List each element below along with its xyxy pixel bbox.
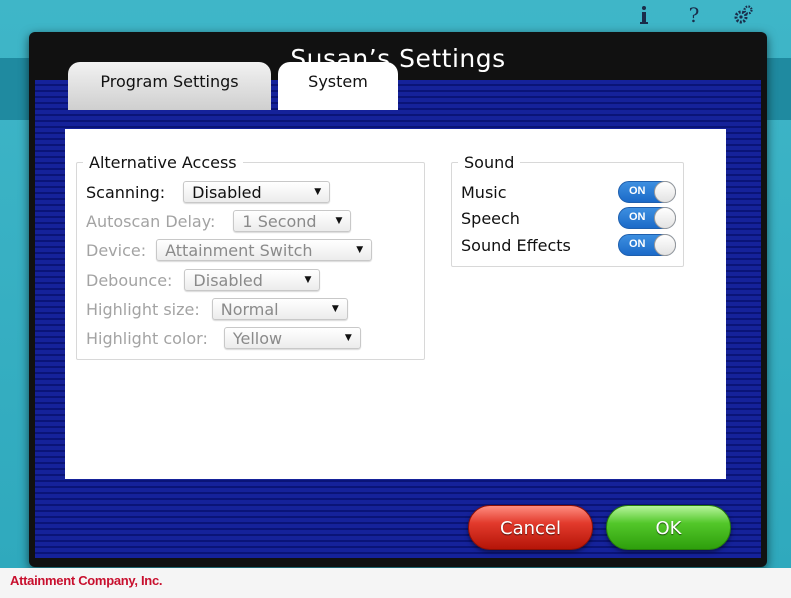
settings-gears-icon[interactable] xyxy=(732,4,754,26)
chevron-down-icon: ▼ xyxy=(304,275,312,285)
scanning-value: Disabled xyxy=(192,182,262,202)
scanning-row: Scanning: Disabled ▼ xyxy=(86,180,331,204)
chevron-down-icon: ▼ xyxy=(331,304,339,314)
highlight-color-row: Highlight color: Yellow ▼ xyxy=(86,326,361,350)
sound-title: Sound xyxy=(458,153,521,172)
debounce-select[interactable]: Disabled ▼ xyxy=(184,269,321,291)
speech-toggle-state: ON xyxy=(629,211,646,223)
debounce-label: Debounce: xyxy=(86,270,173,290)
music-row: Music ON xyxy=(461,180,676,204)
system-panel: Alternative Access Scanning: Disabled ▼ … xyxy=(65,129,726,479)
sound-group: Sound Music ON Speech ON Sound Effects O… xyxy=(451,153,684,267)
sound-effects-toggle[interactable]: ON xyxy=(618,234,676,256)
chevron-down-icon: ▼ xyxy=(335,216,343,226)
autoscan-delay-value: 1 Second xyxy=(242,211,317,231)
sound-effects-label: Sound Effects xyxy=(461,235,571,255)
alternative-access-group: Alternative Access Scanning: Disabled ▼ … xyxy=(76,153,425,360)
device-label: Device: xyxy=(86,240,147,260)
device-select[interactable]: Attainment Switch ▼ xyxy=(156,239,373,261)
device-value: Attainment Switch xyxy=(165,240,313,260)
toggle-knob xyxy=(654,207,676,229)
highlight-color-select[interactable]: Yellow ▼ xyxy=(223,327,361,349)
chevron-down-icon: ▼ xyxy=(356,245,364,255)
highlight-size-select[interactable]: Normal ▼ xyxy=(211,298,348,320)
speech-row: Speech ON xyxy=(461,206,676,230)
company-logo: Attainment Company, Inc. xyxy=(10,573,163,588)
toggle-knob xyxy=(654,234,676,256)
chevron-down-icon: ▼ xyxy=(344,333,352,343)
device-row: Device: Attainment Switch ▼ xyxy=(86,238,373,262)
music-toggle-state: ON xyxy=(629,185,646,197)
highlight-color-label: Highlight color: xyxy=(86,328,208,348)
sound-effects-row: Sound Effects ON xyxy=(461,233,676,257)
highlight-size-row: Highlight size: Normal ▼ xyxy=(86,297,348,321)
scanning-label: Scanning: xyxy=(86,182,166,202)
highlight-size-label: Highlight size: xyxy=(86,299,200,319)
tab-system[interactable]: System xyxy=(278,62,398,110)
sound-effects-toggle-state: ON xyxy=(629,238,646,250)
cancel-button[interactable]: Cancel xyxy=(468,505,593,550)
debounce-row: Debounce: Disabled ▼ xyxy=(86,268,321,292)
highlight-size-value: Normal xyxy=(220,299,279,319)
speech-label: Speech xyxy=(461,208,520,228)
speech-toggle[interactable]: ON xyxy=(618,207,676,229)
debounce-value: Disabled xyxy=(193,270,263,290)
highlight-color-value: Yellow xyxy=(232,328,283,348)
ok-button[interactable]: OK xyxy=(606,505,731,550)
toggle-knob xyxy=(654,181,676,203)
autoscan-delay-label: Autoscan Delay: xyxy=(86,211,216,231)
help-icon[interactable]: ? xyxy=(683,4,705,26)
chevron-down-icon: ▼ xyxy=(314,187,322,197)
music-label: Music xyxy=(461,182,507,202)
autoscan-delay-row: Autoscan Delay: 1 Second ▼ xyxy=(86,209,352,233)
tab-program-settings[interactable]: Program Settings xyxy=(68,62,271,110)
alternative-access-title: Alternative Access xyxy=(83,153,243,172)
autoscan-delay-select[interactable]: 1 Second ▼ xyxy=(233,210,352,232)
scanning-select[interactable]: Disabled ▼ xyxy=(183,181,331,203)
music-toggle[interactable]: ON xyxy=(618,181,676,203)
info-icon[interactable] xyxy=(633,4,655,26)
